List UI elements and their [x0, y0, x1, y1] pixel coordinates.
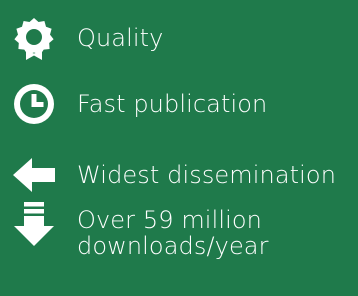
- feature-label-widest-dissemination: Widest dissemination: [77, 161, 337, 189]
- feature-label-quality: Quality: [77, 24, 164, 52]
- feature-label-downloads-line2: downloads/year: [77, 232, 269, 260]
- feature-downloads: Over 59 million downloads/year: [0, 197, 358, 287]
- feature-label-downloads-line1: Over 59 million: [77, 206, 262, 234]
- feature-fast-publication: Fast publication: [0, 80, 358, 130]
- feature-label-downloads: Over 59 million downloads/year: [77, 207, 357, 259]
- feature-label-fast-publication: Fast publication: [77, 90, 268, 118]
- feature-widest-dissemination: Widest dissemination: [0, 150, 358, 200]
- arrow-left-icon: [12, 153, 56, 197]
- download-icon: [12, 202, 56, 246]
- clock-icon: [12, 82, 56, 126]
- award-icon: [12, 16, 56, 60]
- feature-quality: Quality: [0, 14, 358, 64]
